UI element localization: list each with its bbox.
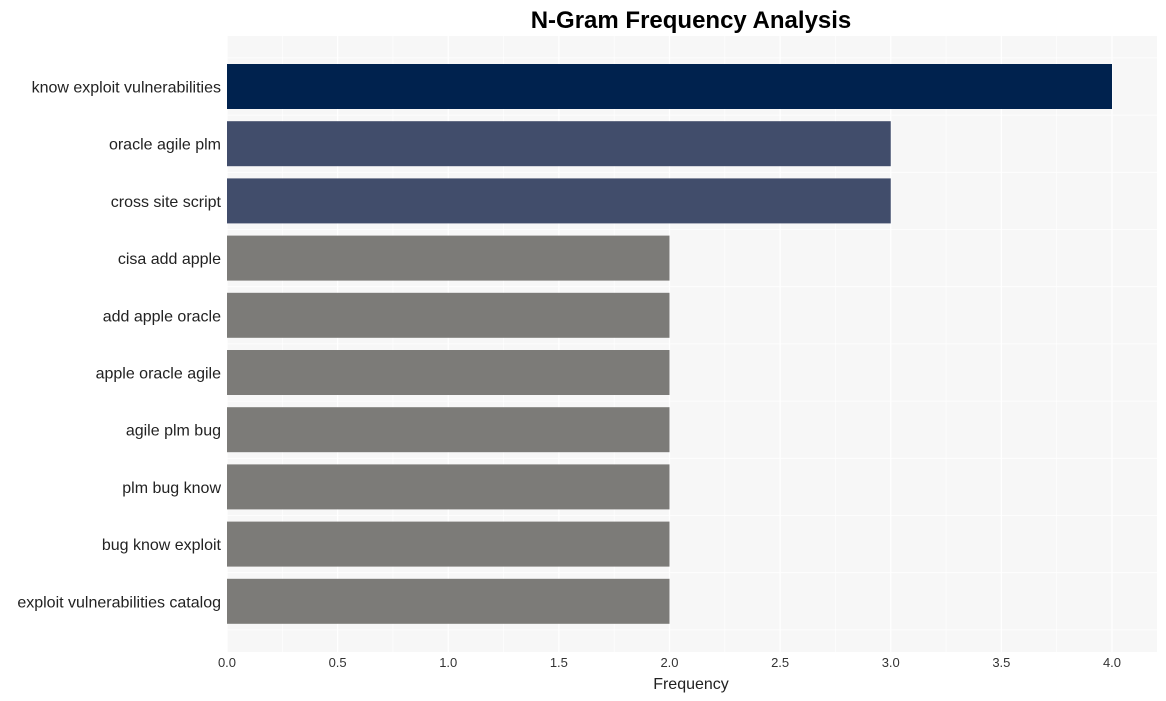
- x-tick-label: 1.0: [439, 655, 457, 670]
- ngram-bar-chart: know exploit vulnerabilities oracle agile…: [17, 7, 1157, 693]
- bar-bug-know-exploit: [227, 521, 670, 567]
- bar-add-apple-oracle: [227, 292, 670, 338]
- y-tick-label: cisa add apple: [118, 251, 221, 268]
- bar-oracle-agile-plm: [227, 121, 891, 167]
- bar-plm-bug-know: [227, 464, 670, 510]
- x-axis-label: Frequency: [653, 676, 729, 693]
- y-tick-label: exploit vulnerabilities catalog: [17, 594, 221, 611]
- y-tick-label: know exploit vulnerabilities: [32, 80, 221, 97]
- chart-title: N-Gram Frequency Analysis: [531, 7, 852, 34]
- bar-cisa-add-apple: [227, 235, 670, 281]
- y-tick-label: add apple oracle: [103, 308, 221, 325]
- y-axis-labels: know exploit vulnerabilities oracle agile…: [17, 80, 221, 612]
- x-tick-label: 3.0: [882, 655, 900, 670]
- y-tick-label: plm bug know: [122, 480, 221, 497]
- x-tick-label: 2.5: [771, 655, 789, 670]
- x-axis-ticks: 0.0 0.5 1.0 1.5 2.0 2.5 3.0 3.5 4.0: [218, 655, 1121, 670]
- y-tick-label: agile plm bug: [126, 423, 221, 440]
- x-tick-label: 2.0: [660, 655, 678, 670]
- x-tick-label: 1.5: [550, 655, 568, 670]
- bar-apple-oracle-agile: [227, 350, 670, 395]
- x-tick-label: 4.0: [1103, 655, 1121, 670]
- x-tick-label: 3.5: [992, 655, 1010, 670]
- bar-agile-plm-bug: [227, 407, 670, 453]
- bar-know-exploit-vulnerabilities: [227, 64, 1112, 109]
- y-tick-label: apple oracle agile: [96, 366, 222, 383]
- y-tick-label: bug know exploit: [102, 537, 222, 554]
- bar-exploit-vulnerabilities-catalog: [227, 578, 670, 624]
- y-tick-label: cross site script: [111, 194, 222, 211]
- x-tick-label: 0.0: [218, 655, 236, 670]
- bar-cross-site-script: [227, 178, 891, 224]
- y-tick-label: oracle agile plm: [109, 137, 221, 154]
- x-tick-label: 0.5: [329, 655, 347, 670]
